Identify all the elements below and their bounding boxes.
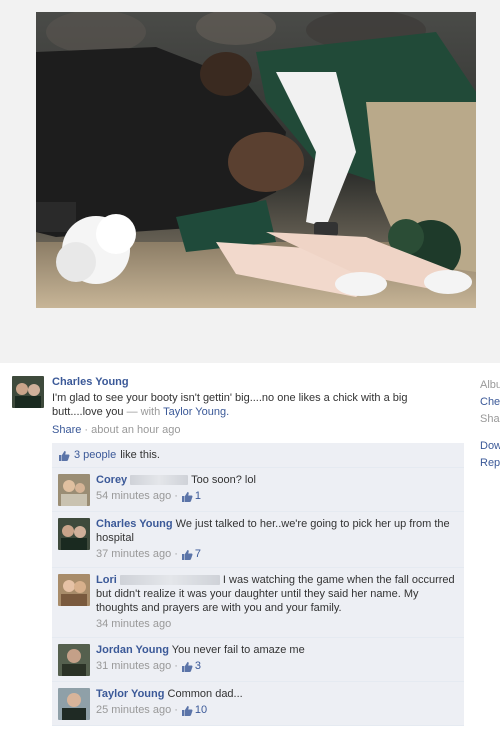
comment-time[interactable]: 37 minutes ago bbox=[96, 548, 171, 561]
redacted-surname bbox=[130, 475, 189, 486]
comment-section: 3 people like this. Corey Too soon? lol … bbox=[52, 443, 464, 726]
comment-meta: 25 minutes ago · 10 bbox=[96, 704, 458, 717]
comment-item: Jordan Young You never fail to amaze me … bbox=[52, 638, 464, 682]
meta-separator: · bbox=[174, 490, 178, 502]
comment-text: You never fail to amaze me bbox=[171, 644, 305, 656]
share-link[interactable]: Share bbox=[52, 424, 81, 436]
comment-item: Corey Too soon? lol 54 minutes ago · 1 bbox=[52, 468, 464, 512]
commenter-name[interactable]: Charles Young bbox=[96, 518, 173, 530]
comment-meta: 31 minutes ago · 3 bbox=[96, 660, 458, 673]
with-label: — with bbox=[126, 406, 161, 418]
likes-suffix: like this. bbox=[120, 449, 160, 461]
comment-time[interactable]: 34 minutes ago bbox=[96, 618, 171, 631]
comment-like-count[interactable]: 3 bbox=[181, 660, 201, 673]
meta-separator: · bbox=[174, 704, 178, 716]
comment-time[interactable]: 54 minutes ago bbox=[96, 490, 171, 503]
comment-body: Jordan Young You never fail to amaze me bbox=[96, 643, 458, 657]
sidebar-download-link[interactable]: Dow bbox=[480, 438, 500, 455]
comment-like-count[interactable]: 10 bbox=[181, 704, 207, 717]
comment-like-count[interactable]: 7 bbox=[181, 548, 201, 561]
comment-body: Charles Young We just talked to her..we'… bbox=[96, 517, 458, 545]
like-thumb-icon bbox=[181, 550, 193, 560]
sidebar-album-link[interactable]: Che bbox=[480, 394, 500, 411]
post-photo[interactable] bbox=[36, 12, 476, 308]
commenter-name[interactable]: Jordan Young bbox=[96, 644, 169, 656]
like-count: 10 bbox=[194, 704, 208, 716]
photo-sidebar: Albu Che Sha Dow Rep bbox=[480, 377, 500, 472]
commenter-name[interactable]: Corey bbox=[96, 474, 127, 486]
comment-meta: 54 minutes ago · 1 bbox=[96, 490, 458, 503]
meta-separator: · bbox=[174, 548, 178, 560]
post-author-avatar[interactable] bbox=[12, 376, 44, 408]
comment-meta: 34 minutes ago bbox=[96, 618, 458, 631]
comment-text: Too soon? lol bbox=[191, 474, 256, 486]
like-thumb-icon bbox=[181, 662, 193, 672]
likes-summary: 3 people like this. bbox=[52, 443, 464, 468]
comment-body: Corey Too soon? lol bbox=[96, 473, 458, 487]
commenter-avatar[interactable] bbox=[58, 644, 90, 676]
commenter-name[interactable]: Lori bbox=[96, 574, 117, 586]
commenter-avatar[interactable] bbox=[58, 518, 90, 550]
comment-item: Lori I was watching the game when the fa… bbox=[52, 568, 464, 638]
comment-item: Charles Young We just talked to her..we'… bbox=[52, 512, 464, 568]
post-text: I'm glad to see your booty isn't gettin'… bbox=[52, 391, 457, 419]
comment-like-count[interactable]: 1 bbox=[181, 490, 201, 503]
sidebar-album-label: Albu bbox=[480, 379, 500, 391]
commenter-avatar[interactable] bbox=[58, 574, 90, 606]
sidebar-share-label: Sha bbox=[480, 413, 500, 425]
post-timestamp[interactable]: about an hour ago bbox=[91, 424, 180, 436]
post-meta: Share · about an hour ago bbox=[52, 423, 467, 437]
like-count: 1 bbox=[194, 490, 202, 502]
likers-link[interactable]: 3 people bbox=[74, 448, 116, 462]
comment-text: Common dad... bbox=[167, 688, 243, 700]
commenter-name[interactable]: Taylor Young bbox=[96, 688, 164, 700]
meta-separator: · bbox=[174, 660, 178, 672]
like-count: 3 bbox=[194, 660, 202, 672]
tagged-user-link[interactable]: Taylor Young. bbox=[163, 406, 229, 418]
comment-time[interactable]: 31 minutes ago bbox=[96, 660, 171, 673]
like-thumb-icon bbox=[181, 492, 193, 502]
commenter-avatar[interactable] bbox=[58, 474, 90, 506]
sidebar-report-link[interactable]: Rep bbox=[480, 455, 500, 472]
like-thumb-icon bbox=[181, 706, 193, 716]
like-thumb-icon bbox=[59, 450, 70, 461]
redacted-surname bbox=[119, 575, 220, 586]
comment-item: Taylor Young Common dad... 25 minutes ag… bbox=[52, 682, 464, 726]
comment-body: Taylor Young Common dad... bbox=[96, 687, 458, 701]
comment-time[interactable]: 25 minutes ago bbox=[96, 704, 171, 717]
photo-viewer bbox=[0, 0, 500, 363]
commenter-avatar[interactable] bbox=[58, 688, 90, 720]
comment-meta: 37 minutes ago · 7 bbox=[96, 548, 458, 561]
feed-story: Charles Young I'm glad to see your booty… bbox=[12, 376, 467, 726]
like-count: 7 bbox=[194, 548, 202, 560]
post-author-link[interactable]: Charles Young bbox=[52, 376, 467, 389]
post-message: I'm glad to see your booty isn't gettin'… bbox=[52, 392, 408, 418]
meta-separator: · bbox=[84, 424, 89, 436]
comment-body: Lori I was watching the game when the fa… bbox=[96, 573, 458, 615]
